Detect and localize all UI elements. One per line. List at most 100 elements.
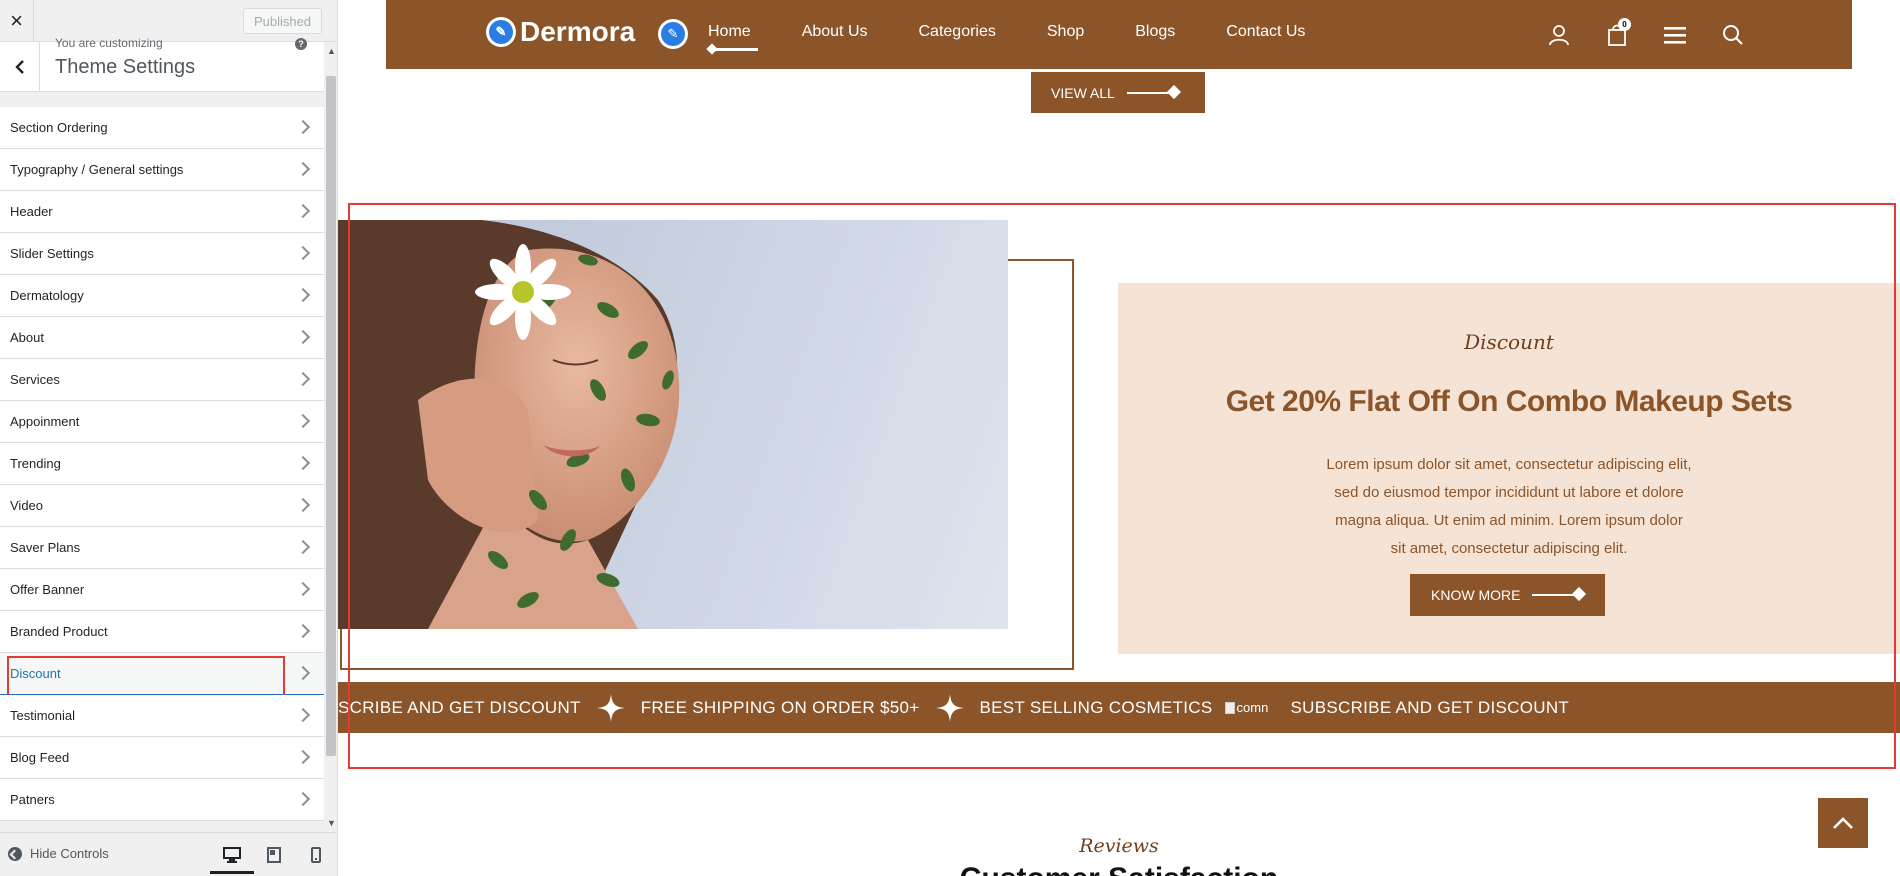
menu-item-trending[interactable]: Trending xyxy=(0,443,324,485)
desktop-icon xyxy=(223,847,241,863)
cart-icon[interactable]: 0 xyxy=(1604,18,1631,48)
menu-item-dermatology[interactable]: Dermatology xyxy=(0,275,324,317)
site-logo[interactable]: ✎ Dermora xyxy=(486,16,635,48)
scroll-up-icon[interactable]: ▲ xyxy=(327,46,336,56)
hide-controls-button[interactable]: Hide Controls xyxy=(8,846,109,861)
menu-item-label: Video xyxy=(10,498,44,513)
menu-item-video[interactable]: Video xyxy=(0,485,324,527)
menu-item-testimonial[interactable]: Testimonial xyxy=(0,695,324,737)
menu-icon[interactable] xyxy=(1662,22,1688,48)
menu-item-blog-feed[interactable]: Blog Feed xyxy=(0,737,324,779)
preview-tablet-button[interactable] xyxy=(264,845,284,865)
menu-item-typography[interactable]: Typography / General settings xyxy=(0,149,324,191)
broken-image-alt: comn xyxy=(1236,700,1269,715)
chevron-right-icon xyxy=(295,497,311,513)
chevron-right-icon xyxy=(295,245,311,261)
menu-item-label: Trending xyxy=(10,456,61,471)
mobile-icon xyxy=(311,847,321,863)
edit-menu-shortcut-icon[interactable]: ✎ xyxy=(658,19,688,49)
menu-item-label: Blog Feed xyxy=(10,750,70,765)
section-heading: Customer Satisfaction xyxy=(338,862,1900,876)
chevron-right-icon xyxy=(295,707,311,723)
collapse-icon xyxy=(8,846,22,861)
customizer-sidebar: × Published You are customizing Theme Se… xyxy=(0,0,338,876)
menu-item-slider-settings[interactable]: Slider Settings xyxy=(0,233,324,275)
menu-item-label: Dermatology xyxy=(10,288,84,303)
menu-item-label: Typography / General settings xyxy=(10,162,184,177)
menu-item-offer-banner[interactable]: Offer Banner xyxy=(0,569,324,611)
main-navigation: Home About Us Categories Shop Blogs Cont… xyxy=(708,23,1356,51)
menu-item-about[interactable]: About xyxy=(0,317,324,359)
cart-count-badge: 0 xyxy=(1618,18,1631,31)
close-customizer-button[interactable]: × xyxy=(0,0,34,42)
promo-marquee: SCRIBE AND GET DISCOUNT FREE SHIPPING ON… xyxy=(338,682,1900,733)
menu-item-header[interactable]: Header xyxy=(0,191,324,233)
nav-link-home[interactable]: Home xyxy=(708,23,758,51)
section-menu: Section Ordering Typography / General se… xyxy=(0,107,324,821)
back-button[interactable] xyxy=(0,42,40,92)
nav-link-blogs[interactable]: Blogs xyxy=(1135,23,1175,41)
search-icon[interactable] xyxy=(1720,22,1746,48)
logo-text: Dermora xyxy=(520,16,636,47)
chevron-right-icon xyxy=(295,287,311,303)
menu-item-label: Saver Plans xyxy=(10,540,81,555)
sidebar-scrollbar[interactable]: ▲ ▼ xyxy=(324,42,337,832)
menu-item-branded-product[interactable]: Branded Product xyxy=(0,611,324,653)
menu-item-label: Discount xyxy=(10,666,61,681)
menu-item-label: Offer Banner xyxy=(10,582,85,597)
scrollbar-thumb[interactable] xyxy=(326,76,336,756)
nav-link-categories[interactable]: Categories xyxy=(919,23,996,41)
arrow-right-icon xyxy=(1532,594,1583,596)
tablet-icon xyxy=(267,847,281,863)
scroll-to-top-button[interactable] xyxy=(1818,798,1868,848)
sidebar-topbar: × Published xyxy=(0,0,337,42)
sparkle-icon xyxy=(935,693,964,722)
discount-card: Discount Get 20% Flat Off On Combo Makeu… xyxy=(1118,283,1900,654)
nav-link-shop[interactable]: Shop xyxy=(1047,23,1084,41)
marquee-item: SUBSCRIBE AND GET DISCOUNT xyxy=(1290,697,1570,717)
know-more-button[interactable]: KNOW MORE xyxy=(1410,574,1605,616)
chevron-right-icon xyxy=(295,581,311,597)
chevron-right-icon xyxy=(295,329,311,345)
hide-controls-label: Hide Controls xyxy=(30,846,109,861)
panel-header: You are customizing Theme Settings ? xyxy=(0,36,324,92)
view-all-label: VIEW ALL xyxy=(1051,84,1115,101)
marquee-item: FREE SHIPPING ON ORDER $50+ xyxy=(640,697,920,717)
edit-shortcut-icon[interactable]: ✎ xyxy=(486,17,516,47)
chevron-left-icon xyxy=(14,60,24,74)
chevron-right-icon xyxy=(295,623,311,639)
reviews-tag: Reviews xyxy=(1079,835,1159,857)
menu-item-appoinment[interactable]: Appoinment xyxy=(0,401,324,443)
sparkle-icon xyxy=(596,693,625,722)
chevron-right-icon xyxy=(295,203,311,219)
arrow-right-icon xyxy=(1126,91,1177,94)
customizing-label: You are customizing xyxy=(55,36,163,50)
help-icon[interactable]: ? xyxy=(295,38,307,50)
scroll-down-icon[interactable]: ▼ xyxy=(327,818,336,828)
header-icons: 0 xyxy=(1546,18,1746,48)
menu-item-label: Testimonial xyxy=(10,708,76,723)
preview-mobile-button[interactable] xyxy=(306,845,326,865)
menu-item-label: Slider Settings xyxy=(10,246,94,261)
marquee-item: BEST SELLING COSMETICS xyxy=(979,697,1213,717)
broken-image-icon: comn xyxy=(1224,700,1283,715)
preview-desktop-button[interactable] xyxy=(210,845,254,874)
menu-item-saver-plans[interactable]: Saver Plans xyxy=(0,527,324,569)
chevron-right-icon xyxy=(295,539,311,555)
menu-item-services[interactable]: Services xyxy=(0,359,324,401)
account-icon[interactable] xyxy=(1546,22,1572,48)
chevron-right-icon xyxy=(295,413,311,429)
menu-item-discount[interactable]: Discount xyxy=(0,653,324,704)
chevron-right-icon xyxy=(295,161,311,177)
menu-item-label: Header xyxy=(10,204,53,219)
nav-link-contact-us[interactable]: Contact Us xyxy=(1226,23,1305,41)
menu-item-label: Services xyxy=(10,372,60,387)
chevron-right-icon xyxy=(295,791,311,807)
view-all-button[interactable]: VIEW ALL xyxy=(1031,72,1205,113)
chevron-right-icon xyxy=(295,455,311,471)
discount-description: Lorem ipsum dolor sit amet, consectetur … xyxy=(1326,456,1692,557)
menu-item-section-ordering[interactable]: Section Ordering xyxy=(0,107,324,149)
menu-item-patners[interactable]: Patners xyxy=(0,779,324,821)
nav-link-about-us[interactable]: About Us xyxy=(802,23,868,41)
publish-button[interactable]: Published xyxy=(243,8,322,34)
